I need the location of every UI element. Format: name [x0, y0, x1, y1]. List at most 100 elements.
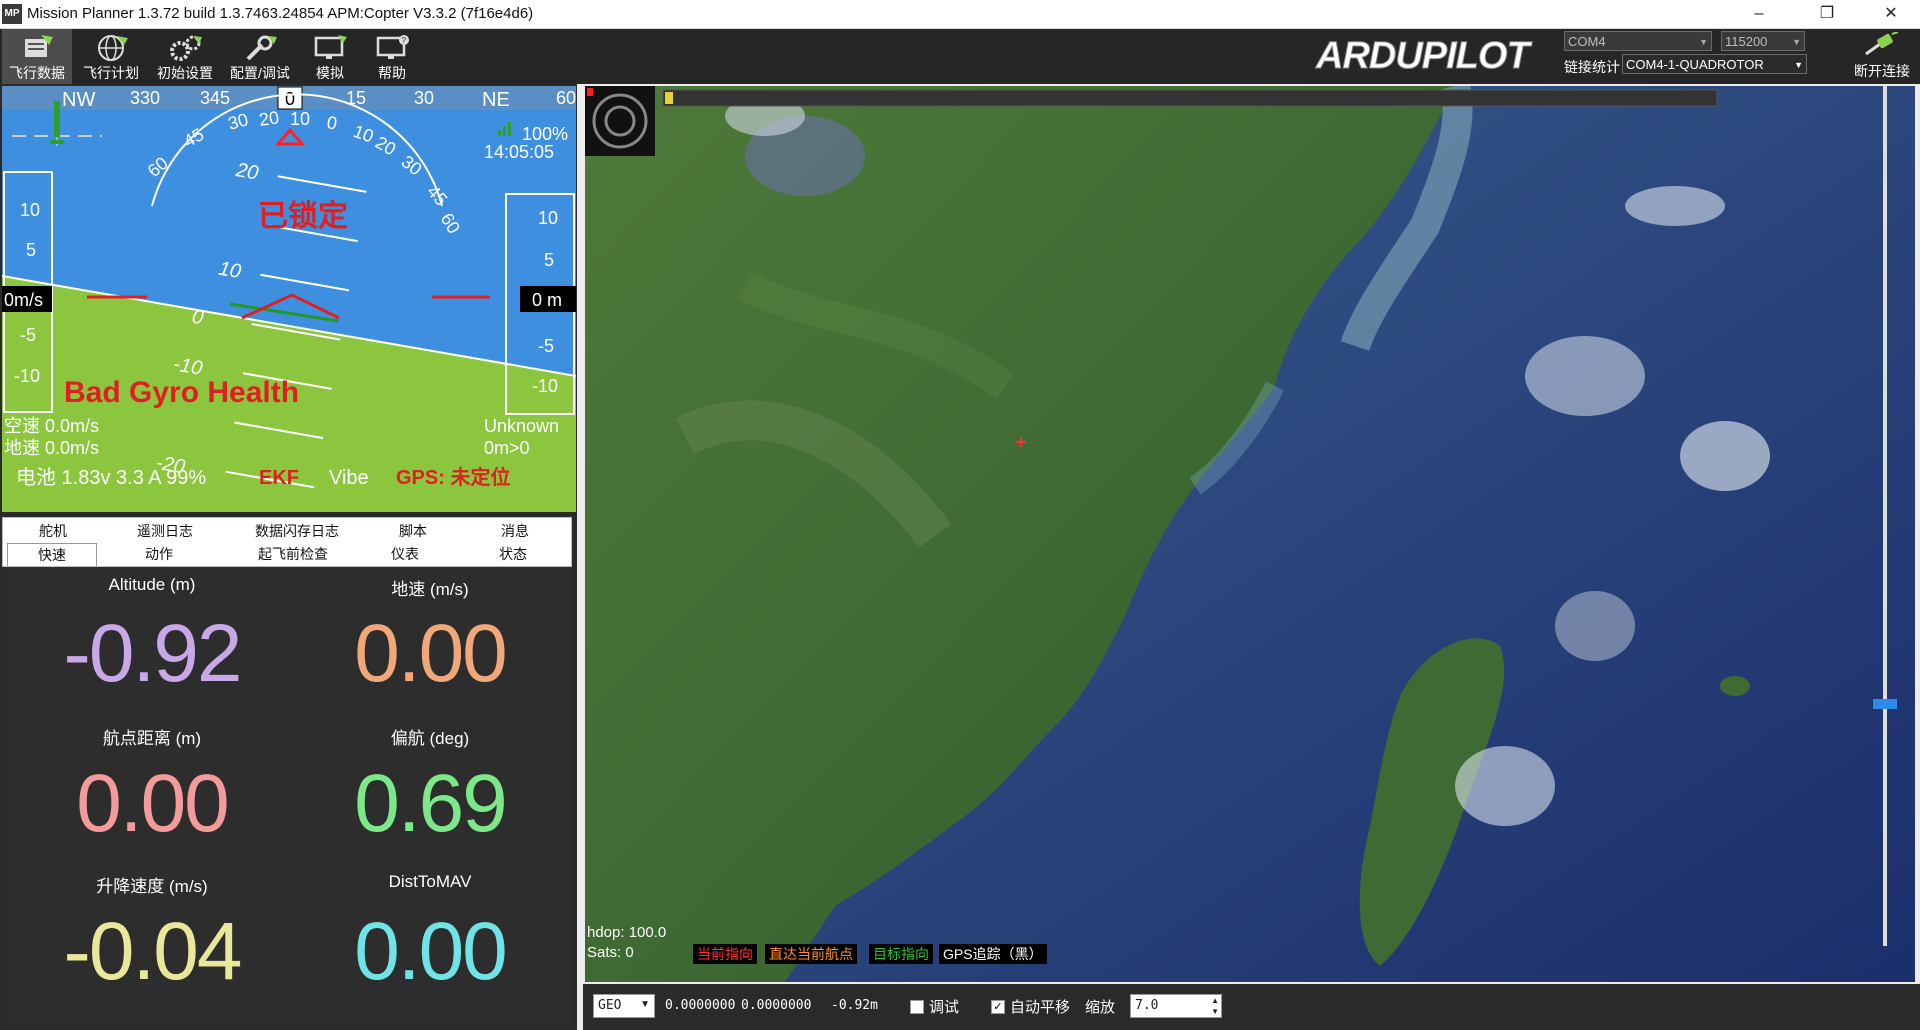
speed-tick: -5	[20, 325, 36, 345]
speed-tick: 10	[20, 200, 40, 220]
quick-value-yaw[interactable]: 0.69	[290, 757, 570, 851]
altitude-value: 0 m	[532, 290, 562, 310]
quick-label: 地速 (m/s)	[391, 580, 469, 599]
svg-text:20: 20	[233, 159, 260, 185]
tab-telemetry-logs[interactable]: 遥测日志	[113, 520, 217, 542]
compass-current: 0	[285, 89, 295, 109]
flight-mode: Unknown	[484, 416, 559, 436]
groundspeed-readout: 地速 0.0m/s	[4, 438, 99, 458]
compass-label: 345	[200, 88, 230, 108]
restore-button[interactable]: ❐	[1804, 0, 1850, 28]
globe-icon	[98, 35, 128, 61]
title-bar: MP Mission Planner 1.3.72 build 1.3.7463…	[0, 0, 1920, 29]
roll-label: 10	[290, 109, 310, 129]
quick-label: 航点距离 (m)	[102, 729, 202, 748]
svg-text:ARDUPILOT: ARDUPILOT	[1315, 35, 1532, 76]
simulation-button[interactable]: 模拟	[300, 29, 360, 84]
tab-servo[interactable]: 舵机	[13, 520, 93, 542]
zoom-input[interactable]: 7.0 ▲ ▼	[1130, 994, 1222, 1018]
flight-data-icon	[25, 35, 53, 57]
flight-plan-button[interactable]: 飞行计划	[76, 29, 146, 84]
coord-type-select[interactable]: GEO ▼	[593, 994, 655, 1018]
config-tuning-button[interactable]: 配置/调试	[224, 29, 296, 84]
flight-data-button[interactable]: 飞行数据	[2, 29, 72, 84]
satellite-map[interactable]: hdop: 100.0 Sats: 0 当前指向 直达当前航点 目标指向 GPS…	[585, 86, 1915, 982]
map-canvas[interactable]	[585, 86, 1915, 982]
svg-text:10: 10	[217, 258, 243, 284]
quick-label: Altitude (m)	[108, 575, 196, 594]
tab-dataflash-logs[interactable]: 数据闪存日志	[233, 520, 361, 542]
altitude-readout: -0.92m	[831, 998, 878, 1013]
legend-nav-bearing: 直达当前航点	[765, 944, 857, 964]
quick-label: DistToMAV	[388, 872, 472, 891]
help-icon: ?	[376, 35, 409, 59]
compass-label: NE	[482, 89, 510, 111]
compass-label: 15	[346, 88, 366, 108]
alt-tick: -10	[532, 376, 558, 396]
quick-label: 升降速度 (m/s)	[96, 877, 208, 896]
compass-label: 30	[414, 88, 434, 108]
debug-label: 调试	[929, 999, 960, 1016]
map-status-bar: GEO ▼ 0.0000000 0.0000000 -0.92m 调试 ✓ 自动…	[583, 984, 1920, 1030]
hdop-readout: hdop: 100.0	[587, 924, 667, 941]
spinner-icon[interactable]: ▲ ▼	[1211, 995, 1219, 1017]
longitude-readout: 0.0000000	[741, 998, 812, 1013]
app-icon: MP	[2, 4, 22, 24]
autopan-label: 自动平移	[1010, 999, 1071, 1016]
tab-messages[interactable]: 消息	[475, 520, 555, 542]
ardupilot-logo: ARDUPILOT	[1315, 35, 1534, 77]
ekf-indicator[interactable]: EKF	[259, 467, 299, 489]
port-select[interactable]: COM4 ▼	[1564, 31, 1712, 51]
close-button[interactable]: ✕	[1868, 0, 1914, 28]
autopan-checkbox[interactable]: ✓	[991, 1000, 1005, 1014]
svg-text:?: ?	[402, 36, 407, 45]
hud-display: NW 330 345 0 15 30 NE 60 60 45 30 20 10 …	[2, 86, 576, 512]
alt-tick: 5	[544, 250, 554, 270]
monitor-icon	[314, 35, 347, 59]
latitude-readout: 0.0000000	[665, 998, 736, 1013]
hud: NW 330 345 0 15 30 NE 60 60 45 30 20 10 …	[2, 86, 576, 512]
minimize-button[interactable]: –	[1736, 0, 1782, 28]
tab-status[interactable]: 状态	[471, 543, 555, 565]
battery-readout: 电池 1.83v 3.3 A 99%	[16, 466, 206, 489]
initial-setup-button[interactable]: 初始设置	[150, 29, 220, 84]
baud-select[interactable]: 115200 ▼	[1721, 31, 1805, 51]
quick-value-climb-rate[interactable]: -0.04	[12, 905, 292, 999]
vibe-indicator[interactable]: Vibe	[329, 467, 369, 489]
speed-tick: 5	[26, 240, 36, 260]
window-title: Mission Planner 1.3.72 build 1.3.7463.24…	[27, 5, 534, 22]
quick-value-altitude[interactable]: -0.92	[12, 607, 292, 701]
quick-value-dist-to-mav[interactable]: 0.00	[290, 905, 570, 999]
tab-actions[interactable]: 动作	[109, 543, 209, 565]
disconnect-button[interactable]: 断开连接	[1846, 31, 1918, 84]
main-toolbar: 飞行数据 飞行计划 初始设置 配置/调试 模拟 ? 帮助 ARDUPILOT C…	[0, 29, 1920, 84]
armed-status: 已锁定	[258, 199, 348, 233]
roll-label: 20	[258, 107, 281, 130]
gps-status: GPS: 未定位	[396, 465, 510, 489]
quick-value-groundspeed[interactable]: 0.00	[290, 607, 570, 701]
quick-value-wp-distance[interactable]: 0.00	[12, 757, 292, 851]
connection-select[interactable]: COM4-1-QUADROTOR ▼	[1622, 54, 1807, 74]
signal-strength: 100%	[522, 124, 568, 144]
legend-target: 目标指向	[869, 944, 933, 964]
compass-label: 330	[130, 88, 160, 108]
help-button[interactable]: ? 帮助	[362, 29, 422, 84]
quick-label: 偏航 (deg)	[390, 729, 470, 748]
plug-icon	[1865, 31, 1899, 56]
gears-icon	[170, 35, 202, 61]
legend-gps-track: GPS追踪（黑）	[939, 944, 1047, 964]
tab-preflight[interactable]: 起飞前检查	[229, 543, 357, 565]
sats-readout: Sats: 0	[587, 944, 634, 961]
playback-bar[interactable]	[662, 89, 1718, 107]
compass-label: 60	[556, 88, 576, 108]
tab-scripts[interactable]: 脚本	[375, 520, 451, 542]
alt-tick: 10	[538, 208, 558, 228]
zoom-label: 缩放	[1085, 999, 1116, 1016]
zoom-slider-thumb[interactable]	[1873, 699, 1897, 709]
link-stats-label[interactable]: 链接统计	[1564, 57, 1620, 77]
tab-gauges[interactable]: 仪表	[365, 543, 445, 565]
tab-quick[interactable]: 快速	[7, 543, 97, 566]
debug-checkbox[interactable]	[910, 1000, 924, 1014]
data-tabs: 舵机 遥测日志 数据闪存日志 脚本 消息 快速 动作 起飞前检查 仪表 状态	[2, 517, 572, 567]
hud-time: 14:05:05	[484, 142, 554, 162]
